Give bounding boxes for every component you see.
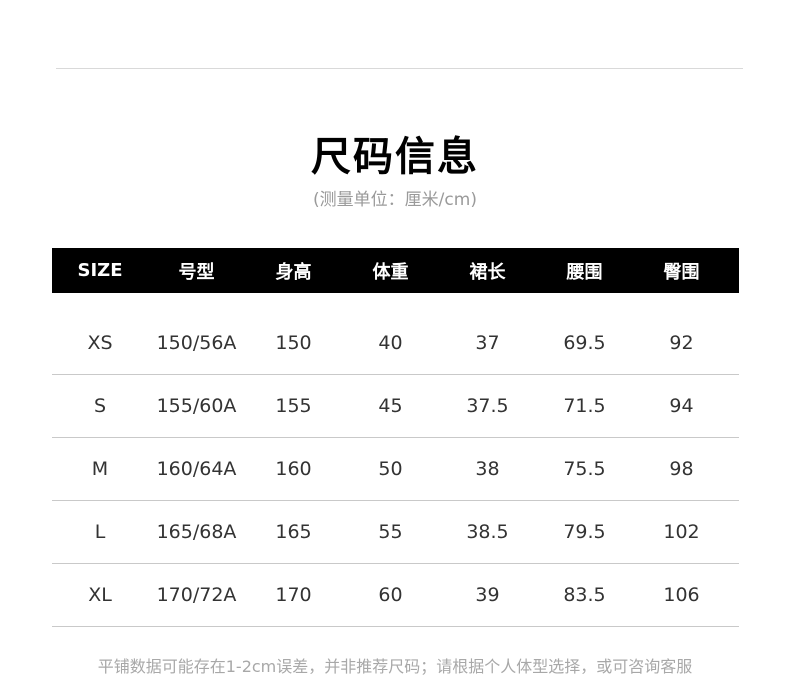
cell-waist: 75.5 <box>563 458 606 480</box>
table-header: SIZE 号型 身高 体重 裙长 腰围 臀围 <box>52 248 739 293</box>
table-row: XS 150/56A 150 40 37 69.5 92 <box>52 312 739 375</box>
header-size: SIZE <box>77 260 123 281</box>
table-row: L 165/68A 165 55 38.5 79.5 102 <box>52 501 739 564</box>
cell-height: 160 <box>275 458 312 480</box>
cell-hip: 106 <box>663 584 700 606</box>
disclaimer-note: 平铺数据可能存在1-2cm误差，并非推荐尺码；请根据个人体型选择，或可咨询客服 <box>97 657 693 676</box>
cell-height: 170 <box>275 584 312 606</box>
cell-hip: 98 <box>669 458 694 480</box>
size-table: SIZE 号型 身高 体重 裙长 腰围 臀围 XS 150/56A 150 40… <box>52 248 739 627</box>
cell-size: XL <box>88 584 112 606</box>
cell-model: 165/68A <box>156 521 237 543</box>
cell-height: 165 <box>275 521 312 543</box>
cell-size: S <box>93 395 107 417</box>
table-row: S 155/60A 155 45 37.5 71.5 94 <box>52 375 739 438</box>
unit-subtitle: (测量单位：厘米/cm) <box>313 190 477 210</box>
cell-weight: 40 <box>378 332 403 354</box>
table-row: M 160/64A 160 50 38 75.5 98 <box>52 438 739 501</box>
header-weight: 体重 <box>372 261 409 283</box>
cell-skirt-length: 38 <box>475 458 500 480</box>
cell-skirt-length: 37 <box>475 332 500 354</box>
table-row: XL 170/72A 170 60 39 83.5 106 <box>52 564 739 627</box>
cell-model: 160/64A <box>156 458 237 480</box>
top-divider <box>56 68 743 69</box>
cell-weight: 60 <box>378 584 403 606</box>
cell-skirt-length: 37.5 <box>466 395 509 417</box>
cell-height: 150 <box>275 332 312 354</box>
cell-skirt-length: 38.5 <box>466 521 509 543</box>
cell-waist: 83.5 <box>563 584 606 606</box>
cell-weight: 45 <box>378 395 403 417</box>
cell-height: 155 <box>275 395 312 417</box>
cell-hip: 102 <box>663 521 700 543</box>
cell-skirt-length: 39 <box>475 584 500 606</box>
cell-model: 170/72A <box>156 584 237 606</box>
cell-waist: 71.5 <box>563 395 606 417</box>
header-skirt-length: 裙长 <box>469 261 506 283</box>
cell-weight: 55 <box>378 521 403 543</box>
cell-waist: 69.5 <box>563 332 606 354</box>
page-title: 尺码信息 <box>311 134 479 180</box>
cell-hip: 92 <box>669 332 694 354</box>
cell-model: 150/56A <box>156 332 237 354</box>
cell-size: XS <box>87 332 113 354</box>
cell-weight: 50 <box>378 458 403 480</box>
cell-waist: 79.5 <box>563 521 606 543</box>
header-hip: 臀围 <box>663 261 700 283</box>
header-height: 身高 <box>275 261 312 283</box>
header-waist: 腰围 <box>566 261 603 283</box>
cell-hip: 94 <box>669 395 694 417</box>
cell-size: L <box>94 521 106 543</box>
cell-model: 155/60A <box>156 395 237 417</box>
cell-size: M <box>91 458 109 480</box>
header-model: 号型 <box>178 261 215 283</box>
